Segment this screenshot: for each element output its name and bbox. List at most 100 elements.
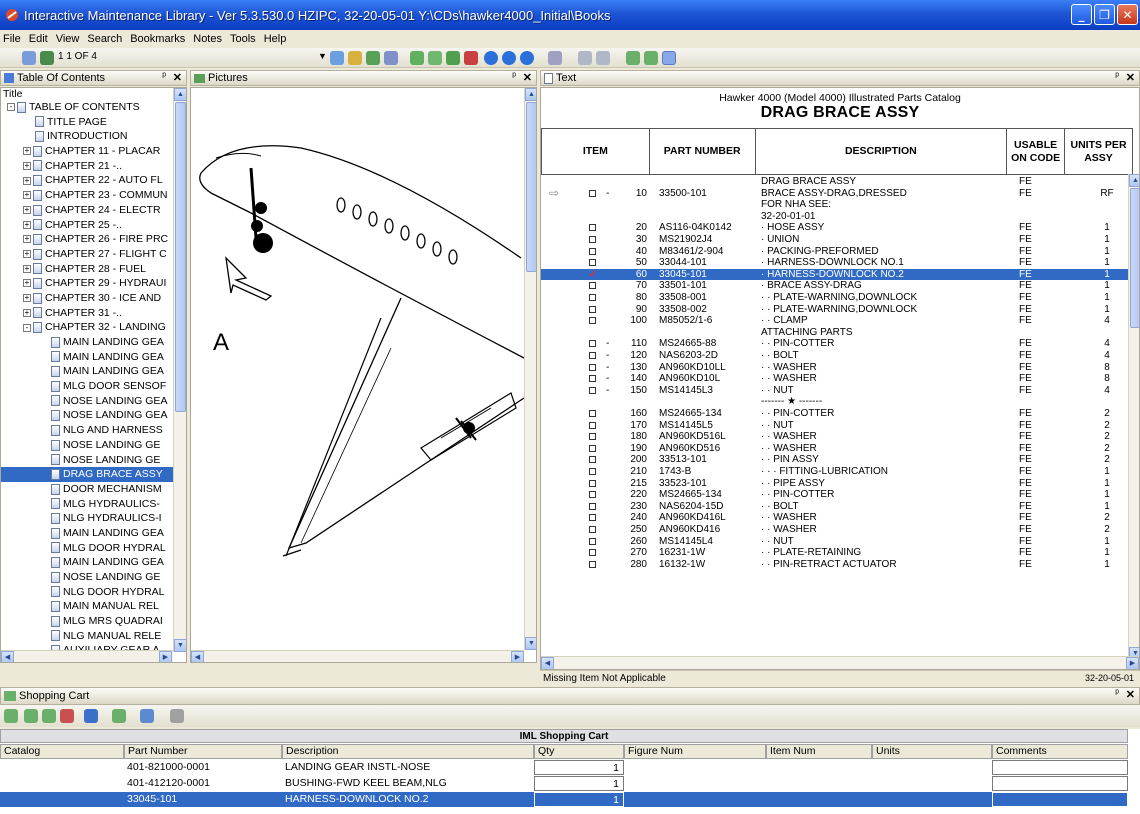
toc-item[interactable]: MAIN LANDING GEA (1, 335, 186, 350)
pin-icon[interactable]: ᵖ (1115, 71, 1119, 82)
parts-row[interactable]: 80 33508-001 · · PLATE-WARNING,DOWNLOCK FE 1 (541, 292, 1133, 304)
edit-item-icon[interactable] (42, 709, 56, 723)
checkbox-icon[interactable] (589, 549, 596, 557)
checkbox-icon[interactable] (589, 491, 596, 499)
checkbox-icon[interactable] (589, 514, 596, 522)
cart-row[interactable]: 33045-101 HARNESS-DOWNLOCK NO.2 1 (0, 792, 1128, 807)
close-icon[interactable]: ✕ (1126, 688, 1135, 701)
toc-item[interactable]: MAIN LANDING GEA (1, 350, 186, 365)
print-icon[interactable] (348, 51, 362, 65)
cart-comments-field[interactable] (992, 792, 1128, 807)
toc-item[interactable]: NOSE LANDING GE (1, 570, 186, 585)
close-icon[interactable]: ✕ (173, 71, 182, 84)
checkbox-icon[interactable] (589, 363, 596, 371)
expand-icon[interactable]: + (23, 220, 31, 229)
back-page-icon[interactable] (22, 51, 36, 65)
parts-row[interactable]: 220 MS24665-134 · · PIN-COTTER FE 1 (541, 489, 1133, 501)
row-part-number[interactable]: M85052/1-6 (659, 315, 712, 327)
left-arrow-icon[interactable] (502, 51, 516, 65)
parts-row[interactable]: 170 MS14145L5 · · NUT FE 2 (541, 420, 1133, 432)
expand-icon[interactable]: + (23, 235, 31, 244)
toc-item[interactable]: + CHAPTER 11 - PLACAR (1, 144, 186, 159)
parts-row[interactable]: 60 33045-101 · HARNESS-DOWNLOCK NO.2 FE 1 ✓ (541, 268, 1133, 281)
menu-edit[interactable]: Edit (29, 33, 48, 45)
row-part-number[interactable]: MS14145L4 (659, 536, 713, 548)
import-icon[interactable] (112, 709, 126, 723)
parts-row[interactable]: 200 33513-101 · · PIN ASSY FE 2 (541, 454, 1133, 466)
row-part-number[interactable]: MS24665-88 (659, 338, 716, 350)
row-part-number[interactable]: 33045-101 (659, 269, 707, 281)
toc-item[interactable]: MLG DOOR SENSOF (1, 379, 186, 394)
row-part-number[interactable]: 33513-101 (659, 454, 707, 466)
history-back-icon[interactable] (410, 51, 424, 65)
checkbox-icon[interactable] (589, 433, 596, 441)
scroll-up-icon[interactable]: ▲ (525, 88, 536, 101)
close-icon[interactable]: ✕ (523, 71, 532, 84)
toc-item[interactable]: DOOR MECHANISM (1, 482, 186, 497)
scroll-right-icon[interactable]: ▶ (511, 651, 524, 662)
menu-notes[interactable]: Notes (193, 33, 222, 45)
row-part-number[interactable]: MS21902J4 (659, 234, 712, 246)
row-part-number[interactable]: MS14145L3 (659, 385, 713, 397)
parts-row[interactable]: 210 1743-B · · · FITTING-LUBRICATION FE 1 (541, 466, 1133, 478)
row-part-number[interactable]: AN960KD416 (659, 524, 720, 536)
clear-cart-icon[interactable] (60, 709, 74, 723)
row-part-number[interactable]: AN960KD416L (659, 512, 726, 524)
parts-row[interactable]: FOR NHA SEE: (541, 199, 1133, 211)
scroll-right-icon[interactable]: ▶ (159, 651, 172, 662)
text-vscroll[interactable]: ▲ ▼ (1128, 174, 1139, 660)
toc-item[interactable]: + CHAPTER 27 - FLIGHT C (1, 247, 186, 262)
row-part-number[interactable]: 33508-001 (659, 292, 707, 304)
pictures-vscroll[interactable]: ▲ ▼ (524, 88, 536, 650)
checkbox-icon[interactable] (589, 468, 596, 475)
checkbox-icon[interactable] (589, 537, 596, 545)
scroll-up-icon[interactable]: ▲ (1129, 174, 1139, 187)
cart-col-comments[interactable]: Comments (992, 744, 1128, 759)
zoom-out-icon[interactable] (596, 51, 610, 65)
expand-icon[interactable]: + (23, 147, 31, 156)
up-arrow-icon[interactable] (484, 51, 498, 65)
menu-help[interactable]: Help (264, 33, 287, 45)
dropdown-arrow-icon[interactable]: ▼ (318, 51, 327, 61)
checkbox-icon[interactable] (589, 305, 596, 313)
parts-row[interactable]: 180 AN960KD516L · · WASHER FE 2 (541, 431, 1133, 443)
toc-item[interactable]: NOSE LANDING GEA (1, 394, 186, 409)
expand-icon[interactable]: + (23, 250, 31, 259)
scroll-left-icon[interactable]: ◀ (1, 651, 14, 662)
cart-view-icon[interactable] (662, 51, 676, 65)
send-icon[interactable] (140, 709, 154, 723)
cart-col-qty[interactable]: Qty (534, 744, 624, 759)
cart-col-description[interactable]: Description (282, 744, 534, 759)
parts-row[interactable]: DRAG BRACE ASSY FE (541, 176, 1133, 188)
checkbox-icon[interactable] (589, 340, 596, 348)
parts-row[interactable]: 90 33508-002 · · PLATE-WARNING,DOWNLOCK FE 1 (541, 304, 1133, 316)
parts-row[interactable]: 40 M83461/2-904 · PACKING-PREFORMED FE 1 (541, 246, 1133, 258)
cart-col-units[interactable]: Units (872, 744, 992, 759)
toc-hscroll[interactable]: ◀ ▶ (1, 650, 173, 662)
toc-item[interactable]: NOSE LANDING GE (1, 438, 186, 453)
history-forward-icon[interactable] (428, 51, 442, 65)
expand-icon[interactable]: + (23, 308, 31, 317)
parts-row[interactable]: ATTACHING PARTS (541, 327, 1133, 339)
parts-row[interactable]: 70 33501-101 · BRACE ASSY-DRAG FE 1 (541, 280, 1133, 292)
toc-item[interactable]: + CHAPTER 30 - ICE AND (1, 291, 186, 306)
search-icon[interactable] (330, 51, 344, 65)
scroll-down-icon[interactable]: ▼ (525, 637, 536, 650)
toc-item[interactable]: MAIN LANDING GEA (1, 555, 186, 570)
zoom-in-icon[interactable] (578, 51, 592, 65)
toc-item[interactable]: NLG MANUAL RELE (1, 629, 186, 644)
parts-row[interactable]: 260 MS14145L4 · · NUT FE 1 (541, 536, 1133, 548)
text-hscroll[interactable]: ◀ ▶ (541, 656, 1139, 669)
filter-icon[interactable] (548, 51, 562, 65)
toc-item[interactable]: MLG DOOR HYDRAL (1, 541, 186, 556)
row-part-number[interactable]: 1743-B (659, 466, 691, 478)
export-icon[interactable] (366, 51, 380, 65)
cart-col-figure-num[interactable]: Figure Num (624, 744, 766, 759)
row-part-number[interactable]: MS24665-134 (659, 408, 722, 420)
toc-item[interactable]: TITLE PAGE (1, 115, 186, 130)
parts-row[interactable]: 230 NAS6204-15D · · BOLT FE 1 (541, 501, 1133, 513)
cart-comments-field[interactable] (992, 776, 1128, 791)
scroll-up-icon[interactable]: ▲ (174, 88, 186, 101)
checkbox-icon[interactable] (589, 526, 596, 533)
checkbox-icon[interactable] (589, 386, 596, 394)
